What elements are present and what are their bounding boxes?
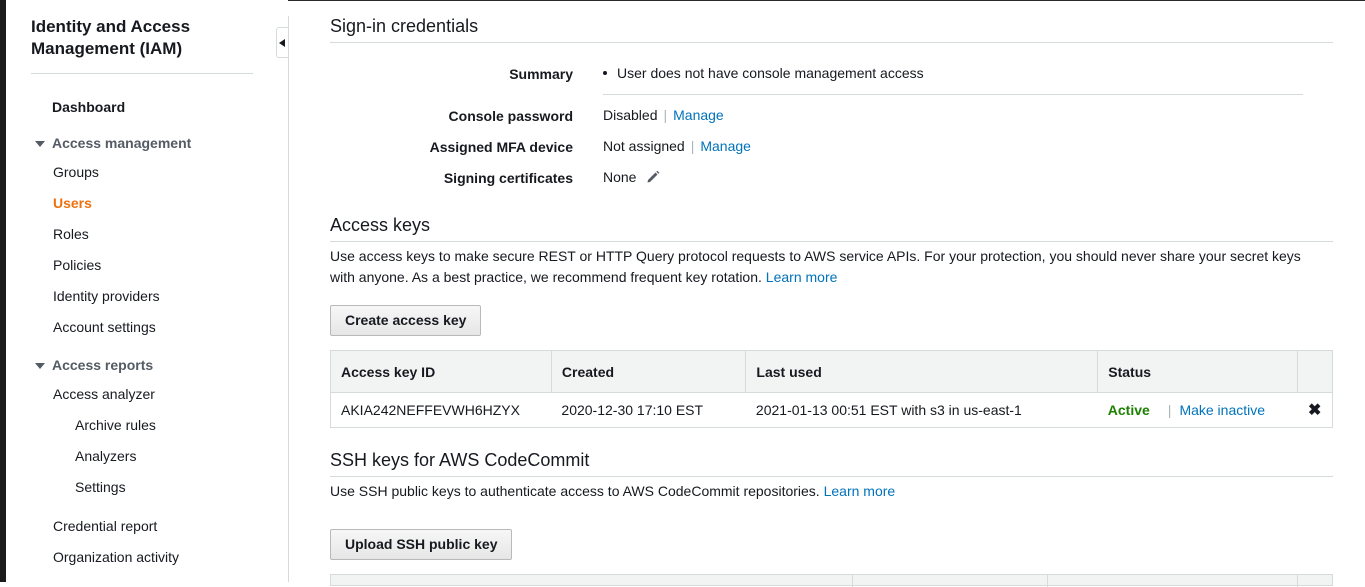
signing-certificates-label: Signing certificates bbox=[443, 170, 573, 186]
ssh-keys-title: SSH keys for AWS CodeCommit bbox=[330, 450, 590, 470]
sidebar-item-archive-rules[interactable]: Archive rules bbox=[75, 416, 156, 434]
status-badge: Active bbox=[1107, 402, 1150, 418]
mfa-label: Assigned MFA device bbox=[429, 139, 573, 155]
sidebar-title: Identity and Access Management (IAM) bbox=[31, 17, 191, 58]
console-password-label: Console password bbox=[448, 108, 573, 124]
column-divider bbox=[852, 575, 853, 587]
section-divider bbox=[330, 476, 1333, 477]
section-divider bbox=[330, 42, 1333, 43]
access-key-id: AKIA242NEFFEVWH6HZYX bbox=[330, 392, 552, 428]
access-keys-learn-more-link[interactable]: Learn more bbox=[766, 269, 838, 285]
access-key-status-cell: Active | Make inactive bbox=[1097, 392, 1298, 428]
bullet-icon bbox=[603, 71, 607, 76]
column-divider bbox=[1297, 575, 1298, 587]
sidebar-item-identity-providers[interactable]: Identity providers bbox=[53, 287, 160, 305]
column-header-actions bbox=[1296, 350, 1334, 393]
column-header-access-key-id[interactable]: Access key ID bbox=[330, 350, 552, 393]
sidebar-item-groups[interactable]: Groups bbox=[53, 163, 99, 181]
caret-down-icon[interactable] bbox=[35, 141, 45, 147]
table-header-row: Access key ID Created Last used Status bbox=[330, 350, 1334, 393]
summary-label: Summary bbox=[509, 66, 573, 82]
access-key-created: 2020-12-30 17:10 EST bbox=[551, 392, 746, 428]
chevron-left-icon bbox=[279, 39, 285, 47]
sidebar-section-access-management[interactable]: Access management bbox=[52, 134, 191, 152]
caret-down-icon[interactable] bbox=[35, 363, 45, 369]
section-divider bbox=[330, 241, 1333, 242]
summary-divider bbox=[603, 94, 1303, 95]
sidebar-item-analyzers[interactable]: Analyzers bbox=[75, 447, 136, 465]
separator: | bbox=[663, 107, 668, 123]
sidebar-border bbox=[288, 16, 289, 582]
sidebar-item-credential-report[interactable]: Credential report bbox=[53, 517, 157, 535]
ssh-keys-table-header bbox=[330, 574, 1333, 587]
ssh-learn-more-link[interactable]: Learn more bbox=[824, 483, 896, 499]
separator: | bbox=[1167, 402, 1172, 418]
signin-section-title: Sign-in credentials bbox=[330, 16, 479, 36]
mfa-status: Not assigned bbox=[603, 138, 685, 154]
column-divider bbox=[1047, 575, 1048, 587]
access-key-last-used: 2021-01-13 00:51 EST with s3 in us-east-… bbox=[745, 392, 1098, 428]
column-header-last-used[interactable]: Last used bbox=[745, 350, 1099, 393]
ssh-keys-description-text: Use SSH public keys to authenticate acce… bbox=[330, 483, 820, 499]
console-password-value: Disabled | Manage bbox=[603, 106, 724, 124]
sidebar-item-access-analyzer[interactable]: Access analyzer bbox=[53, 385, 155, 403]
manage-console-password-link[interactable]: Manage bbox=[673, 107, 724, 123]
signing-certificates-value: None bbox=[603, 168, 660, 186]
make-inactive-link[interactable]: Make inactive bbox=[1179, 402, 1265, 418]
upload-ssh-public-key-button[interactable]: Upload SSH public key bbox=[330, 529, 513, 560]
sidebar-item-account-settings[interactable]: Account settings bbox=[53, 318, 156, 336]
access-keys-table: Access key ID Created Last used Status A… bbox=[330, 350, 1334, 428]
mfa-value: Not assigned | Manage bbox=[603, 137, 751, 155]
table-row: AKIA242NEFFEVWH6HZYX 2020-12-30 17:10 ES… bbox=[330, 392, 1334, 428]
column-header-status[interactable]: Status bbox=[1097, 350, 1298, 393]
delete-cell: ✖ bbox=[1297, 392, 1334, 428]
sidebar-item-organization-activity[interactable]: Organization activity bbox=[53, 548, 179, 566]
summary-text: User does not have console management ac… bbox=[617, 65, 924, 81]
sidebar-item-roles[interactable]: Roles bbox=[53, 225, 89, 243]
collapse-sidebar-button[interactable] bbox=[276, 27, 288, 58]
sidebar-item-users[interactable]: Users bbox=[53, 194, 92, 212]
ssh-keys-description: Use SSH public keys to authenticate acce… bbox=[330, 481, 1320, 502]
sidebar: Identity and Access Management (IAM) Das… bbox=[6, 0, 288, 582]
console-password-status: Disabled bbox=[603, 107, 658, 123]
sidebar-divider bbox=[31, 73, 253, 74]
separator: | bbox=[690, 138, 695, 154]
sidebar-section-access-reports[interactable]: Access reports bbox=[52, 356, 153, 374]
summary-value: User does not have console management ac… bbox=[603, 64, 924, 82]
sidebar-item-settings[interactable]: Settings bbox=[75, 478, 126, 496]
delete-key-icon[interactable]: ✖ bbox=[1308, 400, 1321, 420]
signing-certificates-status: None bbox=[603, 169, 637, 185]
sidebar-item-dashboard[interactable]: Dashboard bbox=[52, 98, 125, 116]
sidebar-item-policies[interactable]: Policies bbox=[53, 256, 101, 274]
column-header-created[interactable]: Created bbox=[550, 350, 747, 393]
create-access-key-button[interactable]: Create access key bbox=[330, 305, 482, 336]
manage-mfa-link[interactable]: Manage bbox=[700, 138, 751, 154]
access-keys-description: Use access keys to make secure REST or H… bbox=[330, 246, 1320, 288]
access-keys-title: Access keys bbox=[330, 215, 431, 235]
pencil-icon[interactable] bbox=[646, 170, 660, 184]
